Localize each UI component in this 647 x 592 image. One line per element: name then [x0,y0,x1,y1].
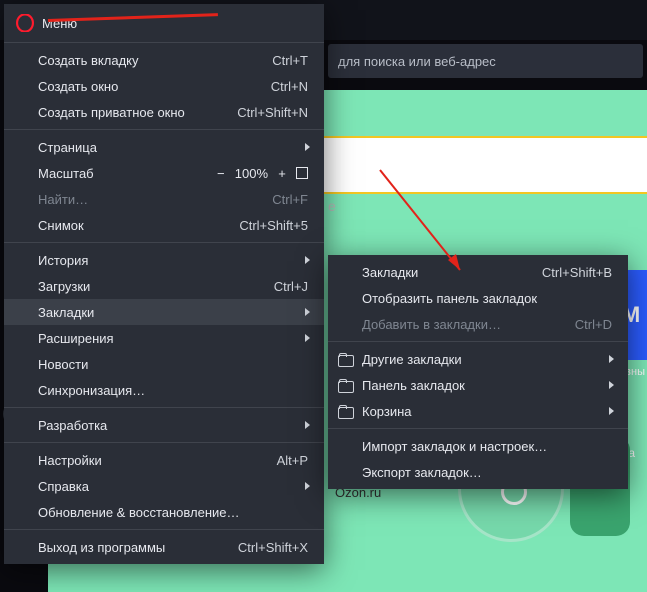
chevron-right-icon [609,407,614,415]
menu-help[interactable]: Справка [4,473,324,499]
menu-update[interactable]: Обновление & восстановление… [4,499,324,525]
folder-icon [338,353,352,365]
zoom-in-button[interactable]: + [277,166,287,181]
menu-history[interactable]: История [4,247,324,273]
sub-show-bar[interactable]: Отобразить панель закладок [328,285,628,311]
menu-label: Меню [42,16,77,31]
sub-import[interactable]: Импорт закладок и настроек… [328,433,628,459]
fullscreen-icon[interactable] [296,167,308,179]
menu-new-private[interactable]: Создать приватное окно Ctrl+Shift+N [4,99,324,125]
menu-dev[interactable]: Разработка [4,412,324,438]
bookmarks-submenu: Закладки Ctrl+Shift+B Отобразить панель … [328,255,628,489]
opera-icon [16,14,34,32]
menu-exit[interactable]: Выход из программы Ctrl+Shift+X [4,534,324,560]
sub-bookmarks[interactable]: Закладки Ctrl+Shift+B [328,259,628,285]
zoom-value: 100% [235,166,268,181]
menu-settings[interactable]: Настройки Alt+P [4,447,324,473]
viewport: для поиска или веб-адрес e М авны Pa Бро… [0,0,647,592]
menu-extensions[interactable]: Расширения [4,325,324,351]
sub-export[interactable]: Экспорт закладок… [328,459,628,485]
chevron-right-icon [305,482,310,490]
sub-add-bookmark: Добавить в закладки… Ctrl+D [328,311,628,337]
menu-page[interactable]: Страница [4,134,324,160]
chevron-right-icon [305,334,310,342]
menu-snapshot[interactable]: Снимок Ctrl+Shift+5 [4,212,324,238]
sub-trash[interactable]: Корзина [328,398,628,424]
menu-zoom[interactable]: Масштаб − 100% + [4,160,324,186]
chevron-right-icon [609,381,614,389]
main-menu: Меню Создать вкладку Ctrl+T Создать окно… [4,4,324,564]
menu-downloads[interactable]: Загрузки Ctrl+J [4,273,324,299]
address-bar[interactable]: для поиска или веб-адрес [328,44,643,78]
menu-find: Найти… Ctrl+F [4,186,324,212]
sub-other-bookmarks[interactable]: Другие закладки [328,346,628,372]
zoom-out-button[interactable]: − [216,166,226,181]
address-placeholder: для поиска или веб-адрес [338,54,496,69]
chevron-right-icon [305,308,310,316]
chevron-right-icon [305,256,310,264]
folder-icon [338,379,352,391]
zoom-controls: − 100% + [216,166,308,181]
chevron-right-icon [609,355,614,363]
sub-bookmarks-bar[interactable]: Панель закладок [328,372,628,398]
menu-new-window[interactable]: Создать окно Ctrl+N [4,73,324,99]
menu-sync[interactable]: Синхронизация… [4,377,324,403]
menu-new-tab[interactable]: Создать вкладку Ctrl+T [4,47,324,73]
menu-news[interactable]: Новости [4,351,324,377]
menu-bookmarks[interactable]: Закладки [4,299,324,325]
folder-icon [338,405,352,417]
chevron-right-icon [305,421,310,429]
card-hint: e [328,198,336,214]
menu-button[interactable]: Меню [4,8,324,38]
chevron-right-icon [305,143,310,151]
